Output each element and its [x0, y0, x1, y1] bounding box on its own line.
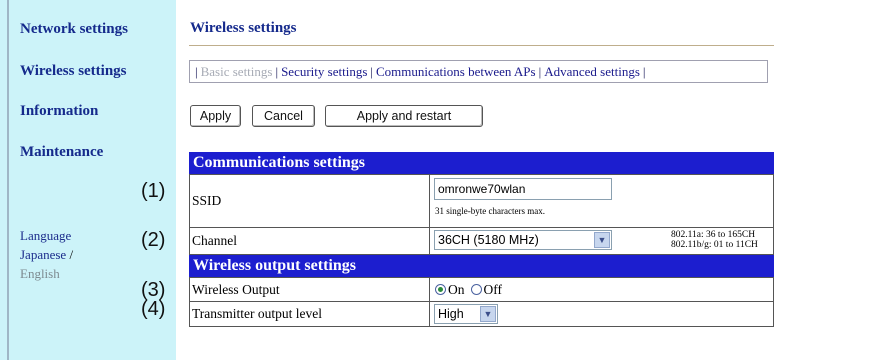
tab-security-settings[interactable]: Security settings — [281, 64, 367, 79]
settings-table: Communications settings SSID omronwe70wl… — [189, 152, 774, 327]
tab-communications-between-aps[interactable]: Communications between APs — [376, 64, 536, 79]
ssid-input[interactable]: omronwe70wlan — [434, 178, 612, 200]
channel-range-note-line1: 802.11a: 36 to 165CH — [671, 230, 756, 240]
apply-and-restart-button[interactable]: Apply and restart — [325, 105, 483, 127]
callout-marker-4: (4) — [141, 298, 166, 320]
language-separator: / — [66, 247, 74, 262]
apply-button[interactable]: Apply — [190, 105, 241, 127]
transmitter-output-level-label: Transmitter output level — [190, 302, 430, 326]
ssid-row: SSID omronwe70wlan 31 single-byte charac… — [189, 174, 774, 228]
language-japanese-link[interactable]: Japanese — [20, 247, 66, 262]
subtab-separator: | — [195, 64, 198, 79]
wireless-output-label: Wireless Output — [190, 278, 430, 301]
sidebar: Network settings Wireless settings Infor… — [0, 0, 176, 360]
ssid-label: SSID — [190, 175, 430, 227]
wireless-output-settings-header: Wireless output settings — [189, 255, 774, 277]
channel-select[interactable]: 36CH (5180 MHz) ▼ — [434, 230, 612, 250]
sidebar-item-information[interactable]: Information — [20, 103, 98, 120]
wireless-output-off-label: Off — [483, 281, 503, 297]
language-heading: Language — [20, 228, 72, 243]
transmitter-output-level-row: Transmitter output level High ▼ — [189, 302, 774, 327]
wireless-output-on-label: On — [448, 281, 465, 297]
ssid-hint: 31 single-byte characters max. — [435, 206, 545, 216]
title-divider — [189, 45, 774, 46]
tab-basic-settings[interactable]: Basic settings — [201, 64, 273, 79]
language-selector: Language Japanese / English — [20, 226, 73, 283]
sidebar-item-wireless-settings[interactable]: Wireless settings — [20, 63, 127, 80]
cancel-button[interactable]: Cancel — [252, 105, 315, 127]
subtab-separator: | — [275, 64, 279, 79]
tab-advanced-settings[interactable]: Advanced settings — [544, 64, 640, 79]
channel-range-note: 802.11a: 36 to 165CH 802.11b/g: 01 to 11… — [671, 230, 758, 250]
sidebar-item-maintenance[interactable]: Maintenance — [20, 144, 103, 161]
communications-settings-header: Communications settings — [189, 152, 774, 174]
wireless-output-row: Wireless Output On Off — [189, 277, 774, 302]
wireless-output-on-radio[interactable] — [435, 284, 446, 295]
sidebar-edge-divider — [7, 0, 9, 360]
callout-marker-1: (1) — [141, 180, 166, 202]
language-english-current: English — [20, 266, 60, 281]
callout-marker-2: (2) — [141, 229, 166, 251]
page-title: Wireless settings — [190, 20, 297, 36]
channel-row: Channel 36CH (5180 MHz) ▼ 802.11a: 36 to… — [189, 228, 774, 255]
chevron-down-icon[interactable]: ▼ — [594, 232, 610, 248]
wireless-output-off-radio[interactable] — [470, 284, 482, 295]
channel-range-note-line2: 802.11b/g: 01 to 11CH — [671, 240, 758, 250]
channel-label: Channel — [190, 228, 430, 254]
channel-selected-value: 36CH (5180 MHz) — [438, 233, 539, 247]
sidebar-item-network-settings[interactable]: Network settings — [20, 21, 128, 38]
subtab-bar: | Basic settings | Security settings | Commun… — [189, 60, 768, 83]
subtab-separator: | — [370, 64, 373, 79]
subtab-separator: | — [538, 64, 542, 79]
chevron-down-icon[interactable]: ▼ — [480, 306, 496, 322]
transmitter-output-level-select[interactable]: High ▼ — [434, 304, 498, 324]
subtab-separator: | — [642, 64, 646, 79]
transmitter-output-level-value: High — [438, 307, 464, 321]
